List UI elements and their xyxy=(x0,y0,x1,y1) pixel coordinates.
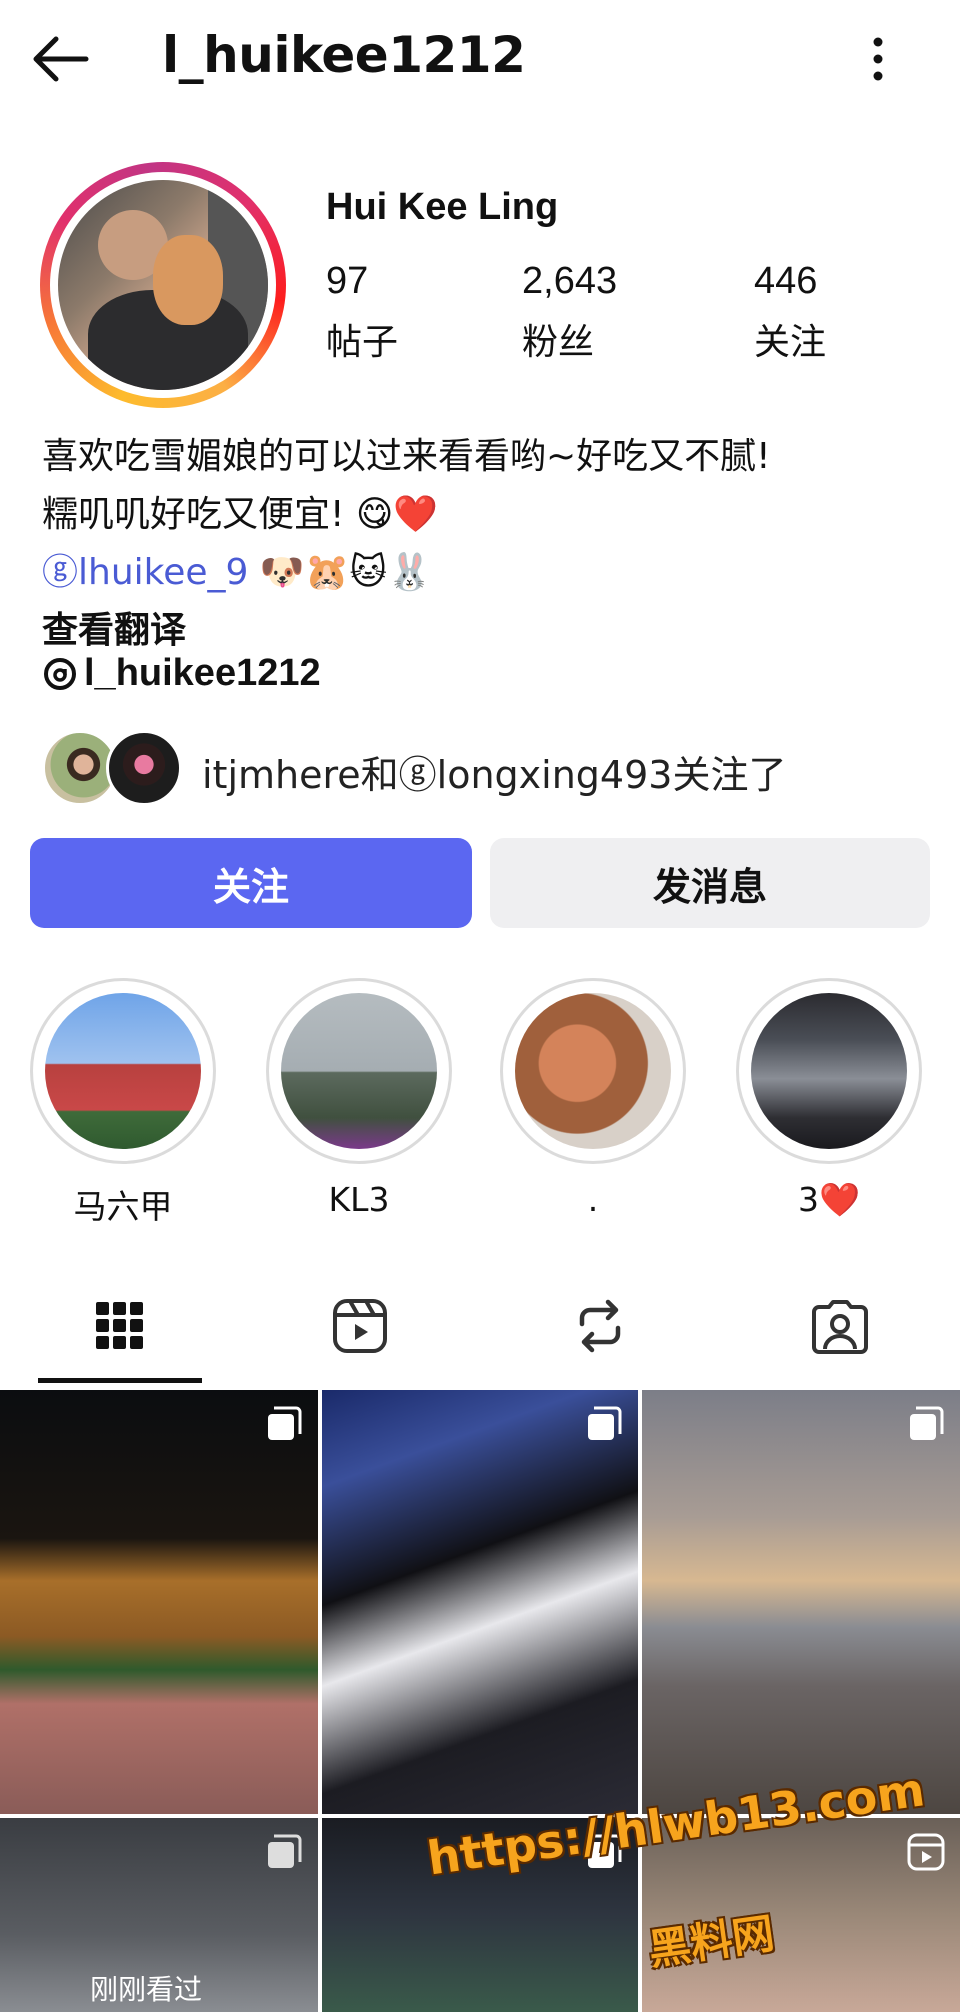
highlight-label: KL3 xyxy=(328,1180,390,1219)
top-bar: l_huikee1212 xyxy=(0,0,960,120)
grid-post[interactable] xyxy=(642,1390,960,1814)
highlight-label: . xyxy=(587,1180,599,1219)
highlight-item[interactable]: . xyxy=(500,978,686,1219)
posts-grid: 刚刚看过 xyxy=(0,1390,960,2012)
stat-following-label: 关注 xyxy=(754,322,827,363)
post-overlay-text: 刚刚看过 xyxy=(90,1973,203,2006)
highlight-cover xyxy=(281,993,437,1149)
threads-handle: l_huikee1212 xyxy=(84,652,321,694)
bio-line-1: 喜欢吃雪媚娘的可以过来看看哟~好吃又不腻! xyxy=(42,436,771,477)
highlight-label: 3❤️ xyxy=(797,1180,861,1219)
highlight-label: 马六甲 xyxy=(73,1187,173,1226)
reels-icon xyxy=(907,1833,945,1871)
highlight-item[interactable]: 3❤️ xyxy=(736,978,922,1220)
message-button[interactable]: 发消息 xyxy=(490,838,930,928)
mutual-followers-text: itjmhere和ⓖlongxing493关注了 xyxy=(202,753,787,797)
highlight-cover xyxy=(45,993,201,1149)
tab-reels[interactable] xyxy=(260,1270,460,1382)
active-tab-indicator xyxy=(38,1378,202,1383)
bio-mention-link[interactable]: ⓖlhuikee_9 xyxy=(42,552,248,593)
more-vertical-icon[interactable] xyxy=(866,34,890,84)
grid-post[interactable] xyxy=(322,1390,638,1814)
highlight-cover xyxy=(751,993,907,1149)
stat-followers-label: 粉丝 xyxy=(522,322,595,363)
reels-icon xyxy=(333,1299,387,1353)
grid-icon xyxy=(96,1302,143,1349)
tagged-person-icon xyxy=(812,1300,868,1354)
avatar xyxy=(58,180,268,390)
page-title: l_huikee1212 xyxy=(162,26,526,84)
multiple-photos-icon xyxy=(268,1406,302,1440)
stat-posts-value: 97 xyxy=(326,260,369,302)
highlight-item[interactable]: KL3 xyxy=(266,978,452,1219)
arrow-left-icon[interactable] xyxy=(28,34,92,84)
grid-post[interactable]: 刚刚看过 xyxy=(0,1818,318,2012)
highlight-cover xyxy=(515,993,671,1149)
mutual-followers[interactable]: itjmhere和ⓖlongxing493关注了 xyxy=(42,730,922,806)
tab-grid[interactable] xyxy=(20,1270,220,1382)
stat-followers[interactable]: 2,643 粉丝 xyxy=(522,260,617,365)
avatar-story-ring[interactable] xyxy=(40,162,286,408)
stat-followers-value: 2,643 xyxy=(522,260,618,302)
multiple-photos-icon xyxy=(588,1406,622,1440)
tab-tagged[interactable] xyxy=(740,1270,940,1382)
stat-posts[interactable]: 97 帖子 xyxy=(326,260,398,365)
bio-line-2: 糯叽叽好吃又便宜! 😋❤️ xyxy=(42,494,439,535)
threads-link[interactable]: l_huikee1212 xyxy=(42,652,321,695)
repost-icon xyxy=(579,1299,621,1353)
mutual-avatar-2 xyxy=(106,730,182,806)
stat-following[interactable]: 446 关注 xyxy=(754,260,826,365)
display-name: Hui Kee Ling xyxy=(326,186,559,228)
stat-posts-label: 帖子 xyxy=(326,322,399,363)
bio: 喜欢吃雪媚娘的可以过来看看哟~好吃又不腻! 糯叽叽好吃又便宜! 😋❤️ ⓖlhu… xyxy=(42,428,922,660)
stat-following-value: 446 xyxy=(754,260,818,302)
bio-line-3: ⓖlhuikee_9 🐶🐹🐱🐰 xyxy=(42,544,922,602)
follow-button[interactable]: 关注 xyxy=(30,838,472,928)
multiple-photos-icon xyxy=(268,1834,302,1868)
profile-tabs xyxy=(0,1270,960,1386)
bio-emojis: 🐶🐹🐱🐰 xyxy=(248,552,432,593)
multiple-photos-icon xyxy=(910,1406,944,1440)
highlight-item[interactable]: 马六甲 xyxy=(30,978,216,1228)
tab-reposts[interactable] xyxy=(500,1270,700,1382)
grid-post[interactable] xyxy=(0,1390,318,1814)
threads-icon xyxy=(44,657,76,690)
